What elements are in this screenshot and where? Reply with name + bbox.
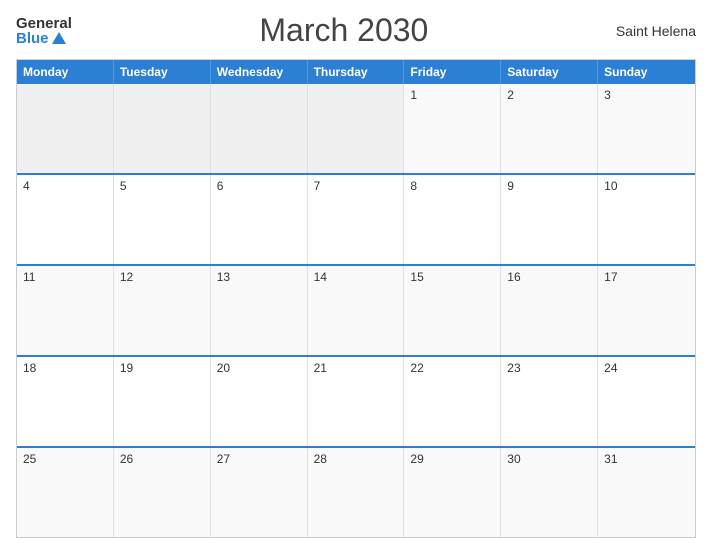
calendar-week-3: 11 12 13 14 15 16 17 [17,264,695,355]
cell-13: 13 [211,266,308,355]
cell-empty [17,84,114,173]
cell-20: 20 [211,357,308,446]
calendar-week-4: 18 19 20 21 22 23 24 [17,355,695,446]
calendar: Monday Tuesday Wednesday Thursday Friday… [16,59,696,538]
header-thursday: Thursday [308,60,405,84]
cell-1: 1 [404,84,501,173]
header-saturday: Saturday [501,60,598,84]
header: General Blue March 2030 Saint Helena [16,12,696,49]
logo-triangle-icon [52,32,66,44]
cell-27: 27 [211,448,308,537]
logo-general-text: General [16,16,72,31]
cell-5: 5 [114,175,211,264]
logo: General Blue [16,16,72,46]
cell-15: 15 [404,266,501,355]
page: General Blue March 2030 Saint Helena Mon… [0,0,712,550]
cell-6: 6 [211,175,308,264]
calendar-week-5: 25 26 27 28 29 30 31 [17,446,695,537]
cell-16: 16 [501,266,598,355]
cell-17: 17 [598,266,695,355]
cell-14: 14 [308,266,405,355]
cell-3: 3 [598,84,695,173]
cell-8: 8 [404,175,501,264]
cell-26: 26 [114,448,211,537]
calendar-header: Monday Tuesday Wednesday Thursday Friday… [17,60,695,84]
cell-28: 28 [308,448,405,537]
cell-empty [308,84,405,173]
cell-21: 21 [308,357,405,446]
cell-29: 29 [404,448,501,537]
cell-18: 18 [17,357,114,446]
cell-19: 19 [114,357,211,446]
header-sunday: Sunday [598,60,695,84]
header-monday: Monday [17,60,114,84]
cell-12: 12 [114,266,211,355]
cell-25: 25 [17,448,114,537]
cell-30: 30 [501,448,598,537]
cell-22: 22 [404,357,501,446]
cell-2: 2 [501,84,598,173]
location-label: Saint Helena [616,23,696,39]
header-wednesday: Wednesday [211,60,308,84]
header-tuesday: Tuesday [114,60,211,84]
cell-23: 23 [501,357,598,446]
cell-empty [114,84,211,173]
cell-11: 11 [17,266,114,355]
logo-blue-word: Blue [16,31,49,46]
cell-9: 9 [501,175,598,264]
cell-7: 7 [308,175,405,264]
calendar-week-2: 4 5 6 7 8 9 10 [17,173,695,264]
header-friday: Friday [404,60,501,84]
calendar-body: 1 2 3 4 5 6 7 8 9 10 11 12 13 14 15 16 [17,84,695,537]
logo-blue-text: Blue [16,31,66,46]
cell-4: 4 [17,175,114,264]
cell-10: 10 [598,175,695,264]
cell-24: 24 [598,357,695,446]
calendar-week-1: 1 2 3 [17,84,695,173]
cell-empty [211,84,308,173]
cell-31: 31 [598,448,695,537]
calendar-title: March 2030 [259,12,428,49]
